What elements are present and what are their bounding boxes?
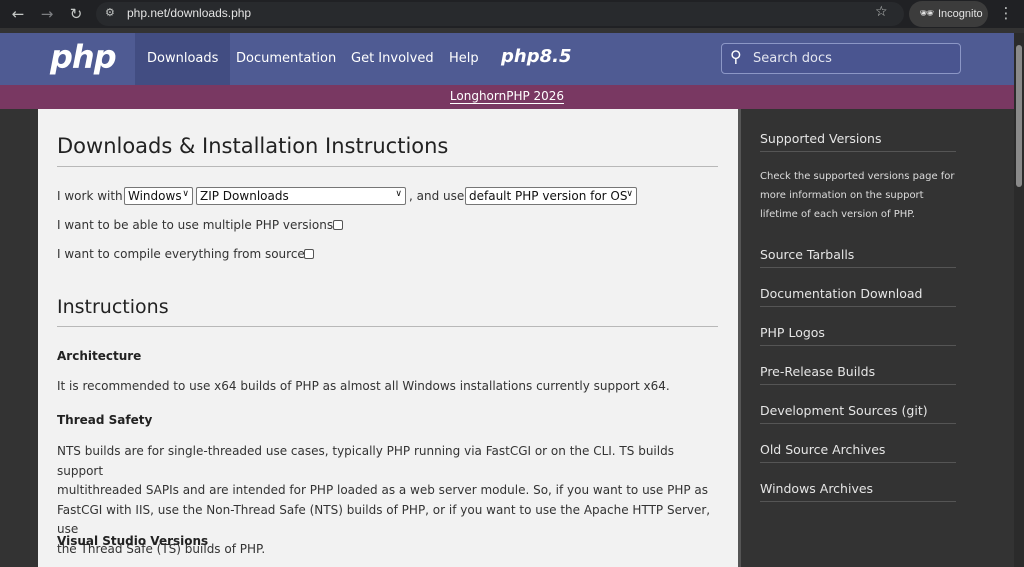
search-input[interactable]: ⚲ Search docs xyxy=(721,43,961,74)
title-divider xyxy=(57,166,718,167)
sidebar-item-supported-versions[interactable]: Supported Versions xyxy=(760,131,956,152)
main-content: Downloads & Installation Instructions I … xyxy=(38,109,738,567)
method-select[interactable]: ZIP Downloads ∨ xyxy=(196,187,406,205)
compile-source-label: I want to compile everything from source… xyxy=(57,247,309,261)
php-logo[interactable]: php xyxy=(50,38,117,76)
os-select-value: Windows xyxy=(128,189,182,203)
page-scrollbar[interactable] xyxy=(1014,33,1024,567)
nav-documentation[interactable]: Documentation xyxy=(236,33,336,85)
form-connector-label: , and use xyxy=(409,189,465,203)
chevron-down-icon: ∨ xyxy=(626,189,633,199)
browser-toolbar: ← → ↻ ⚙ php.net/downloads.php ☆ 🕶 Incogn… xyxy=(0,0,1024,28)
architecture-text: It is recommended to use x64 builds of P… xyxy=(57,379,670,393)
page-title: Downloads & Installation Instructions xyxy=(57,134,449,158)
sidebar-note-line: lifetime of each version of PHP. xyxy=(760,209,915,220)
sidebar-item-windows-archives[interactable]: Windows Archives xyxy=(760,481,956,502)
sidebar-item-old-source-archives[interactable]: Old Source Archives xyxy=(760,442,956,463)
sidebar-note-line: Check the supported versions page for xyxy=(760,171,955,182)
search-icon: ⚲ xyxy=(730,47,742,66)
thread-safety-line: multithreaded SAPIs and are intended for… xyxy=(57,483,709,497)
thread-safety-heading: Thread Safety xyxy=(57,413,153,427)
chevron-down-icon: ∨ xyxy=(182,189,189,199)
search-placeholder: Search docs xyxy=(753,51,832,66)
announcement-banner: LonghornPHP 2026 xyxy=(0,85,1014,109)
version-select-value: default PHP version for OS xyxy=(469,189,628,203)
sidebar-item-development-sources[interactable]: Development Sources (git) xyxy=(760,403,956,424)
reload-icon[interactable]: ↻ xyxy=(66,4,86,24)
form-prefix-label: I work with xyxy=(57,189,123,203)
sidebar-note: Check the supported versions page for mo… xyxy=(760,167,965,224)
sidebar-item-source-tarballs[interactable]: Source Tarballs xyxy=(760,247,956,268)
os-select[interactable]: Windows ∨ xyxy=(124,187,193,205)
incognito-icon: 🕶 xyxy=(919,6,935,20)
nav-downloads[interactable]: Downloads xyxy=(135,33,231,85)
scrollbar-thumb[interactable] xyxy=(1016,45,1022,187)
multiple-versions-checkbox[interactable] xyxy=(333,220,343,230)
version-select[interactable]: default PHP version for OS ∨ xyxy=(465,187,637,205)
url-text: php.net/downloads.php xyxy=(127,6,252,20)
banner-link[interactable]: LonghornPHP 2026 xyxy=(449,90,565,104)
instructions-heading: Instructions xyxy=(57,296,169,318)
site-settings-icon[interactable]: ⚙ xyxy=(105,6,119,20)
left-gutter xyxy=(0,109,38,567)
php-version-logo[interactable]: php8.5 xyxy=(501,46,571,67)
sidebar-item-documentation-download[interactable]: Documentation Download xyxy=(760,286,956,307)
incognito-badge[interactable]: 🕶 Incognito xyxy=(909,1,988,27)
method-select-value: ZIP Downloads xyxy=(200,189,289,203)
instructions-divider xyxy=(57,326,718,327)
sidebar-item-php-logos[interactable]: PHP Logos xyxy=(760,325,956,346)
incognito-label: Incognito xyxy=(938,8,983,20)
multiple-versions-label: I want to be able to use multiple PHP ve… xyxy=(57,218,338,232)
visual-studio-heading: Visual Studio Versions xyxy=(57,534,209,548)
site-header: php Downloads Documentation Get Involved… xyxy=(0,33,1014,85)
address-bar[interactable]: ⚙ php.net/downloads.php xyxy=(96,2,904,26)
thread-safety-line: NTS builds are for single-threaded use c… xyxy=(57,444,674,478)
sidebar: Supported Versions Check the supported v… xyxy=(741,109,1014,567)
back-icon[interactable]: ← xyxy=(8,4,28,24)
kebab-menu-icon[interactable]: ⋮ xyxy=(998,4,1014,22)
chevron-down-icon: ∨ xyxy=(395,189,402,199)
nav-help[interactable]: Help xyxy=(449,33,479,85)
compile-source-checkbox[interactable] xyxy=(304,249,314,259)
forward-icon[interactable]: → xyxy=(37,4,57,24)
sidebar-note-line: more information on the support xyxy=(760,190,924,201)
nav-get-involved[interactable]: Get Involved xyxy=(351,33,434,85)
architecture-heading: Architecture xyxy=(57,349,142,363)
sidebar-item-pre-release-builds[interactable]: Pre-Release Builds xyxy=(760,364,956,385)
bookmark-star-icon[interactable]: ☆ xyxy=(875,4,888,20)
